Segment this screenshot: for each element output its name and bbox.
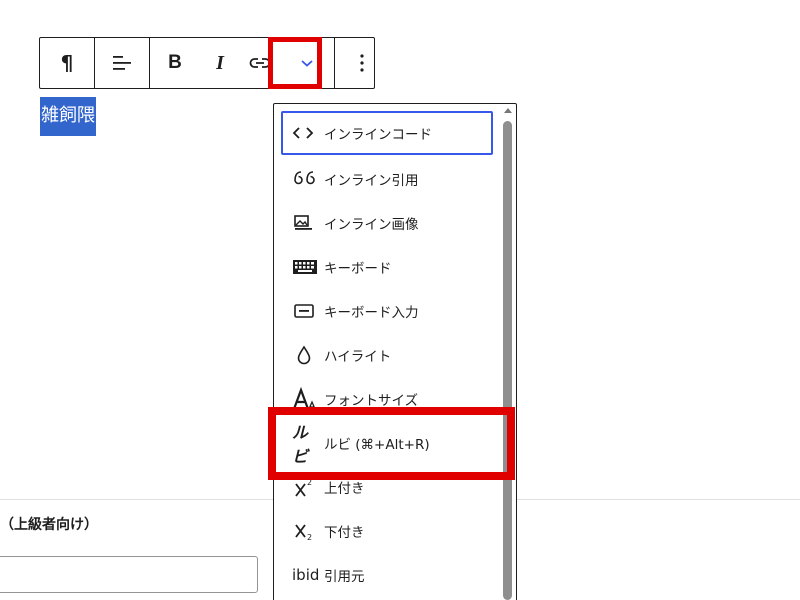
ruby-icon: ルビ: [292, 423, 318, 466]
menu-item-label: インライン画像: [324, 217, 419, 233]
toolbar-group-block: ¶: [40, 38, 95, 88]
keyboard-icon: [292, 255, 318, 279]
ruby-icon-text: ルビ: [292, 423, 309, 466]
keyboard-input-icon: [292, 299, 318, 323]
menu-item-label: インラインコード: [324, 127, 432, 143]
menu-item-ruby[interactable]: ルビ ルビ (⌘+Alt+R): [281, 421, 493, 466]
panel-heading: （上級者向け）: [0, 517, 98, 533]
dropdown-scrollbar-thumb[interactable]: [503, 121, 512, 600]
bold-button[interactable]: B: [150, 38, 200, 88]
menu-item-ibid[interactable]: ibid 引用元: [281, 553, 493, 597]
menu-item-keyboard-input[interactable]: キーボード入力: [281, 289, 493, 333]
menu-item-keyboard[interactable]: キーボード: [281, 245, 493, 289]
menu-item-highlight[interactable]: ハイライト: [281, 333, 493, 377]
toolbar-group-format: B I: [150, 38, 335, 88]
menu-item-superscript[interactable]: 2 上付き: [281, 465, 493, 509]
code-icon: [292, 121, 318, 145]
more-vertical-icon: [360, 54, 364, 72]
superscript-icon: 2: [292, 475, 318, 499]
highlight-drop-icon: [292, 343, 318, 367]
chevron-down-icon: [301, 60, 313, 67]
block-toolbar: ¶ B I: [39, 37, 375, 89]
menu-item-font-size[interactable]: フォントサイズ: [281, 377, 493, 421]
subscript-icon: 2: [292, 519, 318, 543]
quote-icon: [292, 167, 318, 191]
menu-item-label: インライン引用: [324, 173, 419, 189]
toolbar-group-align: [95, 38, 150, 88]
menu-item-label: ルビ (⌘+Alt+R): [324, 437, 430, 453]
menu-item-label: キーボード入力: [324, 305, 419, 321]
menu-item-inline-code[interactable]: インラインコード: [281, 111, 493, 155]
toolbar-group-options: [335, 38, 389, 88]
panel-divider-right: [517, 499, 800, 500]
options-button[interactable]: [335, 38, 389, 88]
paragraph-button[interactable]: ¶: [40, 38, 94, 88]
selected-text[interactable]: 雑飼隈: [40, 97, 96, 136]
ibid-icon-text: ibid: [292, 566, 320, 584]
menu-item-label: キーボード: [324, 261, 392, 277]
font-size-icon: [292, 387, 318, 411]
svg-text:2: 2: [307, 478, 312, 487]
link-icon: [249, 58, 271, 68]
image-icon: [292, 211, 318, 235]
menu-item-label: フォントサイズ: [324, 393, 419, 409]
align-button[interactable]: [95, 38, 149, 88]
ibid-icon: ibid: [292, 563, 322, 587]
menu-item-label: ハイライト: [324, 349, 392, 365]
panel-divider: [0, 499, 273, 500]
menu-item-label: 下付き: [324, 525, 365, 541]
link-button[interactable]: [240, 38, 280, 88]
menu-item-inline-quote[interactable]: インライン引用: [281, 157, 493, 201]
scroll-up-icon[interactable]: [504, 108, 512, 113]
menu-item-label: 引用元: [324, 569, 365, 585]
menu-item-inline-image[interactable]: インライン画像: [281, 201, 493, 245]
italic-icon: I: [216, 51, 224, 74]
italic-button[interactable]: I: [200, 38, 240, 88]
panel-text-input[interactable]: [0, 556, 258, 593]
svg-text:2: 2: [307, 533, 312, 542]
menu-item-label: 上付き: [324, 481, 365, 497]
paragraph-icon: ¶: [60, 51, 74, 75]
align-left-icon: [113, 56, 131, 70]
menu-item-subscript[interactable]: 2 下付き: [281, 509, 493, 553]
bold-icon: B: [168, 52, 182, 73]
more-rich-text-button[interactable]: [280, 38, 334, 88]
